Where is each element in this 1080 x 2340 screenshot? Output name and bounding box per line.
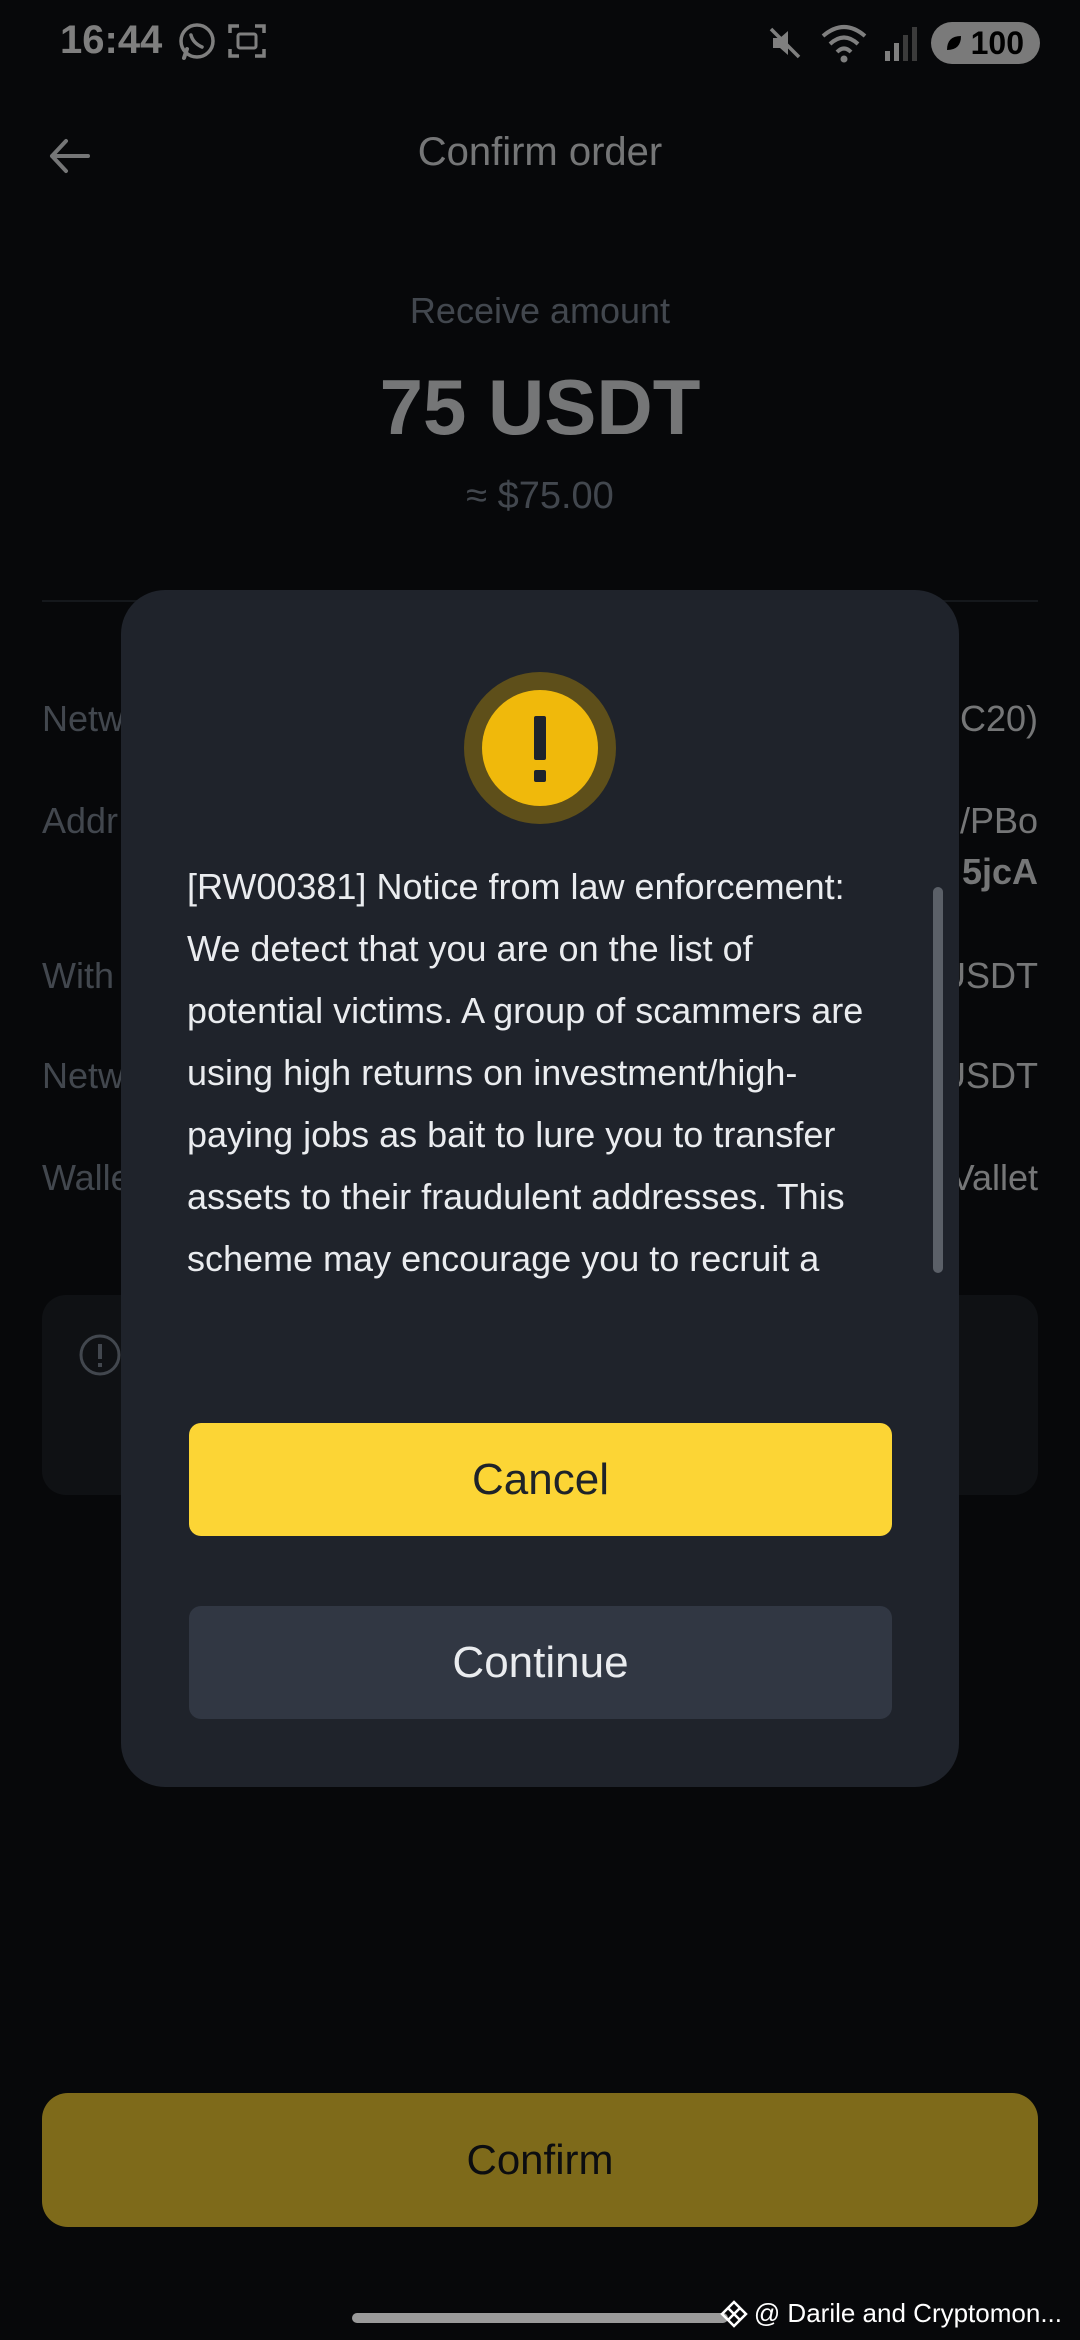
dialog-message-scroll[interactable]: [RW00381] Notice from law enforcement: W… (187, 856, 867, 1306)
binance-logo-icon (720, 2299, 748, 2328)
home-indicator[interactable] (352, 2313, 728, 2323)
warning-dialog: [RW00381] Notice from law enforcement: W… (121, 590, 959, 1787)
watermark: @ Darile and Cryptomon... (720, 2298, 1062, 2329)
continue-button[interactable]: Continue (189, 1606, 892, 1719)
warning-icon (464, 672, 616, 824)
dialog-message: [RW00381] Notice from law enforcement: W… (187, 866, 865, 1306)
cancel-button[interactable]: Cancel (189, 1423, 892, 1536)
dialog-scrollbar[interactable] (933, 887, 943, 1273)
watermark-text: @ Darile and Cryptomon... (753, 2298, 1062, 2328)
